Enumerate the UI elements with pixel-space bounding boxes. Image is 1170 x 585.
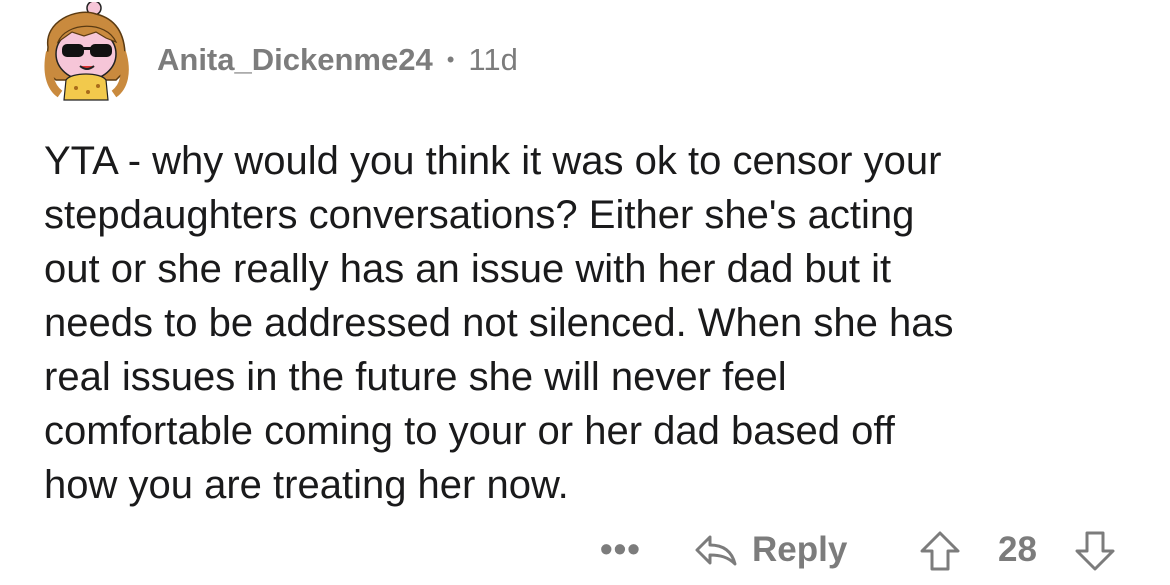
comment-age: 11d — [468, 42, 518, 77]
user-avatar[interactable] — [36, 0, 136, 102]
comment-body-line: out or she really has an issue with her … — [44, 247, 892, 291]
avatar-image — [44, 0, 129, 101]
upvote-arrow-icon[interactable] — [918, 529, 962, 573]
reply-arrow-icon — [695, 535, 737, 566]
comment-body-line: comfortable coming to your or her dad ba… — [44, 409, 895, 453]
comment-body: YTA - why would you think it was ok to c… — [44, 134, 1144, 512]
comment-body-line: stepdaughters conversations? Either she'… — [44, 193, 915, 237]
comment-body-line: YTA - why would you think it was ok to c… — [44, 139, 942, 183]
comment-actions: ••• Reply 28 — [0, 525, 1170, 575]
username-link[interactable]: Anita_Dickenme24 — [157, 42, 433, 78]
more-options-button[interactable]: ••• — [600, 531, 641, 567]
vote-score: 28 — [998, 530, 1037, 569]
reply-button[interactable]: Reply — [694, 525, 847, 575]
comment-header: Anita_Dickenme24 • 11d — [157, 40, 518, 80]
comment-body-line: how you are treating her now. — [44, 463, 569, 507]
reply-label: Reply — [752, 530, 848, 569]
comment-body-line: needs to be addressed not silenced. When… — [44, 301, 954, 345]
comment-body-line: real issues in the future she will never… — [44, 355, 787, 399]
meta-separator: • — [446, 47, 455, 72]
downvote-arrow-icon[interactable] — [1073, 529, 1117, 573]
